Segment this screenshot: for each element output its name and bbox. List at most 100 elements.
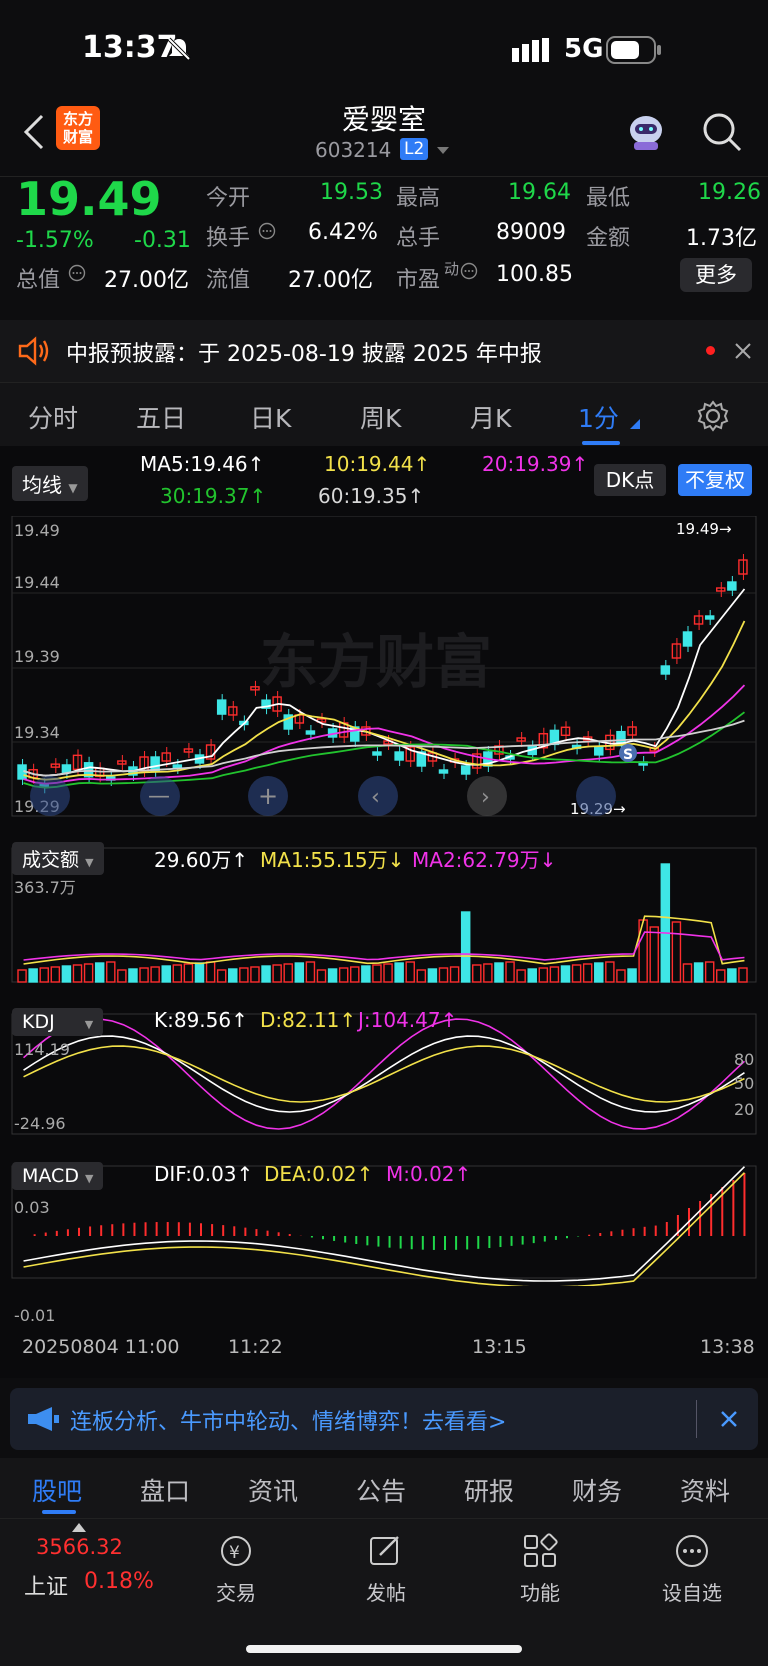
index-pct[interactable]: 0.18% (84, 1569, 154, 1594)
volume-bar (17, 969, 27, 983)
tab-guba[interactable]: 股吧 (32, 1472, 82, 1508)
trade-yen-icon[interactable]: ¥ (216, 1533, 256, 1569)
volume-bar (372, 964, 382, 983)
promo-banner[interactable]: 连板分析、牛市中轮动、情绪博弈！去看看> (10, 1388, 758, 1450)
volume-bar (272, 964, 282, 983)
search-icon[interactable] (700, 110, 744, 154)
kline-chart[interactable]: 东方财富 19.49 19.44 19.39 19.34 19.29 19.49… (0, 516, 768, 1286)
battery-icon (606, 36, 661, 64)
robot-icon[interactable] (624, 112, 668, 152)
tab-profile[interactable]: 资料 (680, 1472, 730, 1508)
post-label[interactable]: 发帖 (326, 1577, 446, 1606)
tab-five-day[interactable]: 五日 (136, 399, 186, 435)
time-label: 11:22 (228, 1336, 283, 1358)
volume-bar (117, 969, 127, 983)
svg-text:—: — (148, 784, 170, 809)
volume-bar (338, 967, 349, 983)
functions-label[interactable]: 功能 (480, 1577, 600, 1606)
macd-top-label: 0.03 (14, 1198, 50, 1217)
megaphone-icon (28, 1407, 59, 1431)
notice-text: 中报预披露：于 2025-08-19 披露 2025 年中报 (66, 342, 542, 367)
notice-bar[interactable]: 中报预披露：于 2025-08-19 披露 2025 年中报 (0, 320, 768, 382)
volume-bar (405, 961, 415, 983)
edit-post-icon[interactable] (368, 1533, 404, 1569)
info-icon[interactable] (68, 264, 86, 282)
gear-icon[interactable] (696, 399, 730, 433)
volume-bar (571, 964, 582, 983)
chevron-down-icon: ▼ (84, 1018, 94, 1031)
volume-bar (250, 966, 260, 983)
open-value: 19.53 (320, 180, 383, 205)
svg-text:‹: ‹ (371, 785, 380, 810)
volume-bar (704, 961, 715, 983)
info-icon[interactable] (460, 262, 478, 280)
dk-point-button[interactable]: DK点 (594, 464, 666, 496)
price-change: -0.31 (134, 228, 191, 253)
tab-pankou[interactable]: 盘口 (140, 1472, 190, 1508)
svg-text:¥: ¥ (229, 1543, 240, 1563)
ma-selector-label: 均线 (22, 473, 62, 497)
volume-bar (427, 968, 438, 983)
tab-intraday[interactable]: 分时 (28, 399, 78, 435)
chevron-down-icon: ▼ (85, 856, 94, 869)
ma5-value: MA5:19.46↑ (140, 452, 265, 476)
corner-caret-icon (630, 419, 640, 429)
candle-body (660, 665, 671, 675)
tab-daily-k[interactable]: 日K (250, 399, 291, 435)
volume-bar (294, 962, 305, 983)
volume-bar (139, 967, 149, 983)
index-name[interactable]: 上证 (24, 1569, 68, 1601)
volume-bar (239, 967, 249, 983)
watchlist-label[interactable]: 设自选 (632, 1577, 752, 1606)
chart-area[interactable]: 均线 ▼ MA5:19.46↑ 10:19.44↑ 20:19.39↑ 30:1… (0, 446, 768, 1378)
volume-selector[interactable]: 成交额 ▼ (12, 842, 104, 875)
volume-bar (350, 966, 360, 983)
volume-bar (183, 963, 194, 983)
ma-selector[interactable]: 均线 ▼ (12, 466, 88, 501)
info-icon[interactable] (258, 222, 276, 240)
level2-badge[interactable]: L2 (400, 138, 429, 160)
volume-bar (61, 965, 72, 983)
amount-label: 金额 (586, 226, 631, 251)
tab-announcements[interactable]: 公告 (356, 1472, 406, 1508)
volume-bar (505, 961, 515, 983)
macd-m: M:0.02↑ (386, 1162, 472, 1186)
volume-bar (582, 963, 593, 983)
more-dots-icon[interactable] (674, 1533, 710, 1569)
watermark: 东方财富 (260, 628, 492, 696)
turnover-value: 6.42% (308, 220, 378, 245)
tab-research[interactable]: 研报 (464, 1472, 514, 1508)
candle-body (460, 765, 471, 775)
kdj-selector[interactable]: KDJ ▼ (12, 1008, 104, 1036)
macd-selector[interactable]: MACD ▼ (12, 1162, 104, 1190)
macd-line (23, 1166, 746, 1282)
price-axis-label: 19.49 (14, 521, 60, 540)
volume-max-label: 363.7万 (14, 878, 76, 897)
volume-bar (28, 968, 38, 983)
volume-bar (83, 963, 94, 983)
close-icon[interactable] (734, 342, 752, 360)
close-icon[interactable] (720, 1410, 738, 1428)
tab-1min[interactable]: 1分 (578, 399, 619, 435)
volume-bar (494, 962, 504, 983)
tab-news[interactable]: 资讯 (248, 1472, 298, 1508)
index-value[interactable]: 3566.32 (36, 1535, 123, 1559)
candle-body (727, 581, 737, 591)
candle-body (682, 631, 693, 647)
trade-label[interactable]: 交易 (176, 1577, 296, 1606)
kdj-top-label: 114.19 (14, 1040, 70, 1059)
volume-bar (72, 964, 83, 983)
expand-icon[interactable] (576, 776, 616, 816)
kdj-bottom-label: -24.96 (14, 1114, 66, 1133)
kdj-d: D:82.11↑ (260, 1008, 357, 1032)
tab-weekly-k[interactable]: 周K (360, 399, 401, 435)
apps-grid-icon[interactable] (522, 1533, 558, 1569)
volume-bar (538, 967, 549, 983)
caret-down-icon[interactable] (436, 146, 450, 156)
zoom-in-icon[interactable] (30, 776, 70, 816)
tab-monthly-k[interactable]: 月K (470, 399, 511, 435)
volume-bar (594, 962, 604, 983)
restore-right-button[interactable]: 不复权 (678, 464, 752, 496)
tab-financials[interactable]: 财务 (572, 1472, 622, 1508)
more-button[interactable]: 更多 (680, 258, 752, 292)
